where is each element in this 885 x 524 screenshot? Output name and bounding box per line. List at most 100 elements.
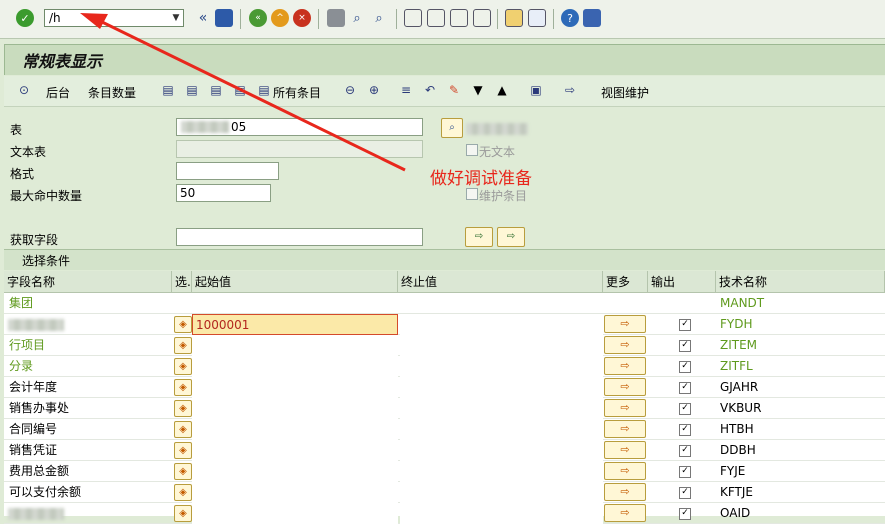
from-value-input[interactable]: [192, 356, 398, 377]
select-options-button[interactable]: ◈: [174, 316, 192, 333]
output-checkbox[interactable]: ✓: [679, 424, 691, 436]
select-all-icon[interactable]: ▤: [160, 82, 176, 98]
get-fields-button-2[interactable]: ⇨: [497, 227, 525, 247]
entry-count-button[interactable]: 条目数量: [88, 84, 136, 101]
more-button[interactable]: ⇨: [604, 483, 646, 501]
select-options-button[interactable]: ◈: [174, 421, 192, 438]
detail-icon[interactable]: ▤: [232, 82, 248, 98]
to-value-input[interactable]: [400, 398, 603, 419]
from-value-input[interactable]: [192, 419, 398, 440]
execute-icon[interactable]: ⊙: [16, 82, 32, 98]
from-value-input[interactable]: [192, 461, 398, 482]
to-value-input[interactable]: [400, 440, 603, 461]
table-row: 费用总金额 ◈ ⇨ ✓ FYJE: [4, 461, 885, 482]
zoom-out-icon[interactable]: ⊖: [342, 82, 358, 98]
more-button[interactable]: ⇨: [604, 336, 646, 354]
more-button[interactable]: ⇨: [604, 420, 646, 438]
output-checkbox[interactable]: ✓: [679, 382, 691, 394]
output-checkbox[interactable]: ✓: [679, 445, 691, 457]
layout-icon[interactable]: [583, 9, 601, 27]
table-input[interactable]: 05: [176, 118, 423, 136]
export-icon[interactable]: ⇨: [562, 82, 578, 98]
undo-icon[interactable]: ↶: [422, 82, 438, 98]
output-checkbox[interactable]: ✓: [679, 508, 691, 520]
from-value-input[interactable]: [192, 335, 398, 356]
history-icon[interactable]: «: [194, 9, 212, 27]
more-button[interactable]: ⇨: [604, 504, 646, 522]
to-value-input[interactable]: [400, 377, 603, 398]
format-input[interactable]: [176, 162, 279, 180]
more-button[interactable]: ⇨: [604, 462, 646, 480]
zoom-in-icon[interactable]: ⊕: [366, 82, 382, 98]
select-options-button[interactable]: ◈: [174, 379, 192, 396]
col-to: 终止值: [398, 271, 603, 293]
get-fields-input[interactable]: [176, 228, 423, 246]
background-button[interactable]: 后台: [46, 84, 70, 101]
to-value-input[interactable]: [400, 419, 603, 440]
output-checkbox[interactable]: ✓: [679, 487, 691, 499]
select-options-button[interactable]: ◈: [174, 400, 192, 417]
save-icon[interactable]: [215, 9, 233, 27]
command-dropdown-icon[interactable]: ▼: [168, 10, 184, 26]
to-value-input[interactable]: [400, 503, 603, 524]
arrow-down-icon[interactable]: ▼: [470, 82, 486, 98]
select-options-button[interactable]: ◈: [174, 337, 192, 354]
last-page-icon[interactable]: [473, 9, 491, 27]
select-options-button[interactable]: ◈: [174, 358, 192, 375]
tech-name: FYJE: [720, 464, 746, 478]
from-value-input[interactable]: [192, 503, 398, 524]
eraser-icon[interactable]: ✎: [446, 82, 462, 98]
no-text-checkbox[interactable]: [466, 144, 478, 156]
more-button[interactable]: ⇨: [604, 441, 646, 459]
sort-icon[interactable]: ≡: [398, 82, 414, 98]
select-options-button[interactable]: ◈: [174, 463, 192, 480]
find-icon[interactable]: ⌕: [348, 9, 366, 27]
from-value-input[interactable]: [192, 377, 398, 398]
exit-icon[interactable]: ^: [271, 9, 289, 27]
get-fields-button-1[interactable]: ⇨: [465, 227, 493, 247]
to-value-input[interactable]: [400, 461, 603, 482]
variant-icon[interactable]: ▣: [528, 82, 544, 98]
view-maintenance-button[interactable]: 视图维护: [601, 84, 649, 101]
maintain-entries-checkbox[interactable]: [466, 188, 478, 200]
table-search-help-button[interactable]: ⌕: [441, 118, 463, 138]
more-button[interactable]: ⇨: [604, 378, 646, 396]
prev-page-icon[interactable]: [427, 9, 445, 27]
from-value-input[interactable]: [192, 398, 398, 419]
deselect-all-icon[interactable]: ▤: [208, 82, 224, 98]
create-session-icon[interactable]: [505, 9, 523, 27]
command-field[interactable]: /h: [44, 9, 184, 27]
output-checkbox[interactable]: ✓: [679, 319, 691, 331]
select-options-button[interactable]: ◈: [174, 505, 192, 522]
output-checkbox[interactable]: ✓: [679, 466, 691, 478]
cancel-icon[interactable]: ×: [293, 9, 311, 27]
output-checkbox[interactable]: ✓: [679, 340, 691, 352]
find-next-icon[interactable]: ⌕: [370, 9, 388, 27]
print-icon[interactable]: [327, 9, 345, 27]
to-value-input[interactable]: [400, 482, 603, 503]
from-value-input[interactable]: [192, 482, 398, 503]
select-block-icon[interactable]: ▤: [184, 82, 200, 98]
max-hits-input[interactable]: 50: [176, 184, 271, 202]
enter-icon[interactable]: ✓: [16, 9, 34, 27]
more-button[interactable]: ⇨: [604, 315, 646, 333]
output-checkbox[interactable]: ✓: [679, 403, 691, 415]
from-value-input[interactable]: [192, 440, 398, 461]
more-button[interactable]: ⇨: [604, 357, 646, 375]
output-checkbox[interactable]: ✓: [679, 361, 691, 373]
to-value-input[interactable]: [400, 314, 603, 335]
all-entries-icon[interactable]: ▤: [256, 82, 272, 98]
select-options-button[interactable]: ◈: [174, 442, 192, 459]
to-value-input[interactable]: [400, 356, 603, 377]
next-page-icon[interactable]: [450, 9, 468, 27]
select-options-button[interactable]: ◈: [174, 484, 192, 501]
help-icon[interactable]: ?: [561, 9, 579, 27]
back-icon[interactable]: «: [249, 9, 267, 27]
more-button[interactable]: ⇨: [604, 399, 646, 417]
all-entries-button[interactable]: 所有条目: [273, 84, 321, 101]
to-value-input[interactable]: [400, 335, 603, 356]
from-value-input[interactable]: 1000001: [192, 314, 398, 335]
first-page-icon[interactable]: [404, 9, 422, 27]
shortcut-icon[interactable]: [528, 9, 546, 27]
arrow-up-icon[interactable]: ▲: [494, 82, 510, 98]
